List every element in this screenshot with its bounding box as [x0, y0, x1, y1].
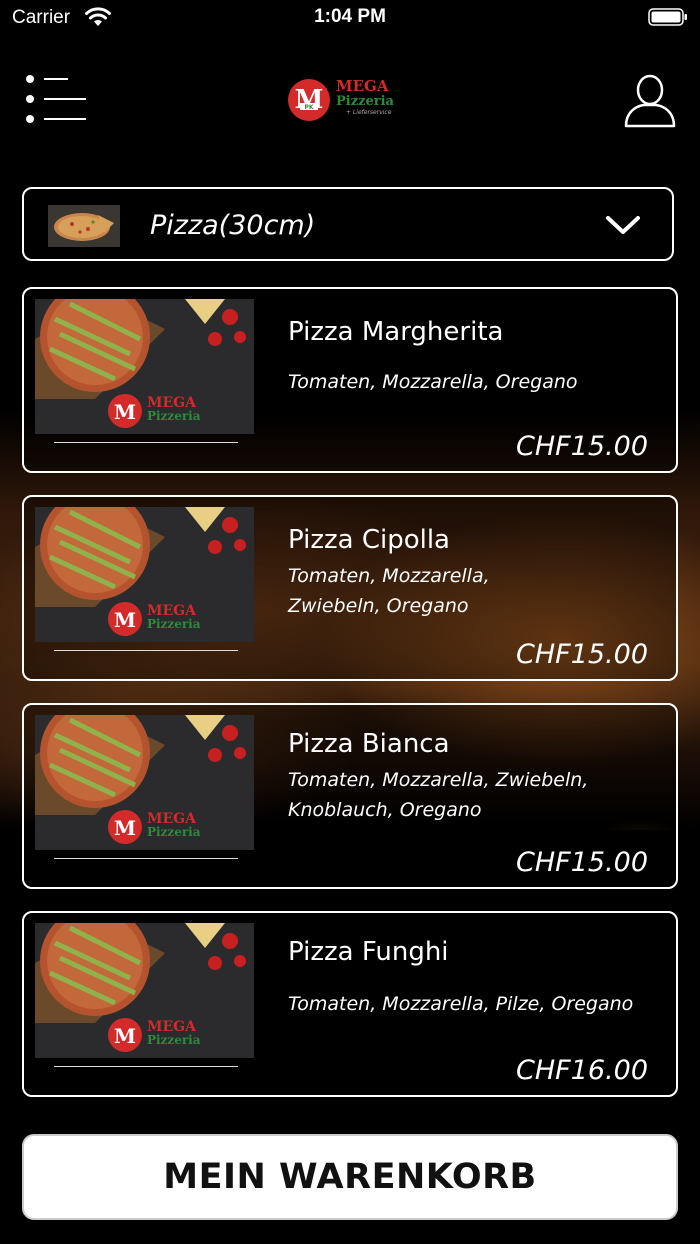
product-name: Pizza Margherita [288, 317, 504, 347]
product-name: Pizza Funghi [288, 937, 449, 967]
product-image: M MEGA Pizzeria [35, 715, 254, 850]
product-image: M MEGA Pizzeria [35, 507, 254, 642]
mega-pizzeria-logo: M PK MEGA Pizzeria + Lieferservice [288, 77, 395, 121]
divider-line [54, 858, 238, 859]
svg-text:M: M [114, 400, 136, 424]
product-price: CHF15.00 [516, 639, 648, 670]
product-price: CHF16.00 [516, 1055, 648, 1086]
user-profile-icon[interactable] [622, 70, 678, 130]
product-card[interactable]: M MEGA Pizzeria Pizza Margherita Tomaten… [22, 287, 678, 473]
category-selected-label: Pizza(30cm) [150, 210, 316, 241]
product-description: Tomaten, Mozzarella, Oregano [288, 371, 578, 393]
status-bar: Carrier 1:04 PM [0, 0, 700, 40]
product-price: CHF15.00 [516, 431, 648, 462]
product-name: Pizza Cipolla [288, 525, 450, 555]
svg-text:Pizzeria: Pizzeria [147, 1033, 201, 1047]
divider-line [54, 442, 238, 443]
logo-word-lieferservice: + Lieferservice [346, 109, 392, 116]
divider-line [54, 1066, 238, 1067]
product-description: Tomaten, Mozzarella, Zwiebeln, Knoblauch… [288, 769, 589, 821]
svg-text:Pizzeria: Pizzeria [147, 617, 201, 631]
product-image: M MEGA Pizzeria [35, 923, 254, 1058]
product-card[interactable]: M MEGA Pizzeria Pizza Bianca Tomaten, Mo… [22, 703, 678, 889]
cart-button[interactable]: MEIN WARENKORB [22, 1134, 678, 1220]
product-card[interactable]: M MEGA Pizzeria Pizza Funghi Tomaten, Mo… [22, 911, 678, 1097]
product-description: Tomaten, Mozzarella, Zwiebeln, Oregano [288, 565, 490, 617]
product-card[interactable]: M MEGA Pizzeria Pizza Cipolla Tomaten, M… [22, 495, 678, 681]
svg-text:Pizzeria: Pizzeria [147, 825, 201, 839]
nav-bar: M PK MEGA Pizzeria + Lieferservice [0, 60, 700, 140]
product-description: Tomaten, Mozzarella, Pilze, Oregano [288, 993, 634, 1015]
svg-text:M: M [114, 816, 136, 840]
clock: 1:04 PM [314, 6, 386, 27]
battery-icon [648, 8, 687, 26]
divider-line [54, 650, 238, 651]
svg-text:M: M [114, 1024, 136, 1048]
svg-text:M: M [114, 608, 136, 632]
svg-text:Pizzeria: Pizzeria [147, 409, 201, 423]
product-price: CHF15.00 [516, 847, 648, 878]
category-dropdown[interactable]: Pizza(30cm) [22, 187, 674, 261]
product-name: Pizza Bianca [288, 729, 450, 759]
logo-badge: PK [304, 104, 313, 111]
chevron-down-icon [606, 216, 640, 234]
logo-word-mega: MEGA [336, 77, 389, 95]
category-pizza-thumbnail [48, 205, 120, 247]
product-image: M MEGA Pizzeria [35, 299, 254, 434]
logo-word-pizzeria: Pizzeria [336, 94, 395, 109]
menu-icon[interactable] [24, 74, 90, 124]
